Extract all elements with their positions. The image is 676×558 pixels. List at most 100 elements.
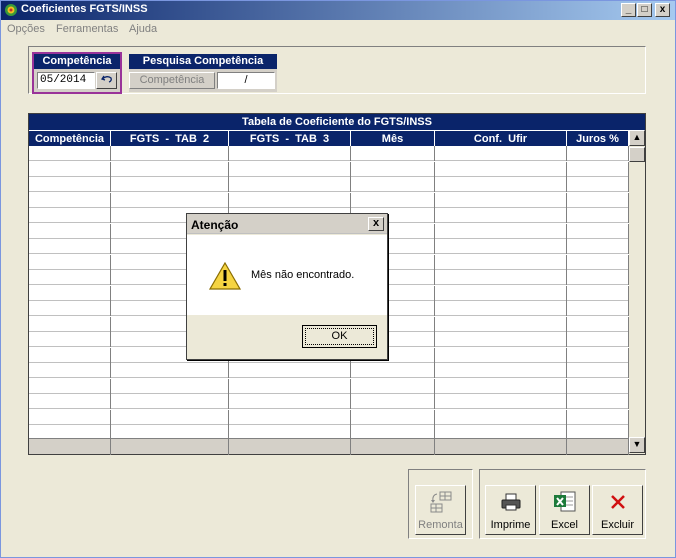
table-cell[interactable] — [351, 192, 435, 208]
table-cell[interactable] — [435, 394, 567, 409]
table-row[interactable] — [29, 363, 629, 378]
table-cell[interactable] — [29, 378, 111, 394]
menu-opcoes[interactable]: Opções — [7, 23, 45, 35]
table-cell[interactable] — [29, 394, 111, 409]
table-cell[interactable] — [111, 409, 229, 425]
table-cell[interactable] — [567, 332, 629, 347]
scroll-down-icon[interactable]: ▼ — [629, 437, 645, 453]
table-cell[interactable] — [351, 146, 435, 161]
col-juros[interactable]: Juros % — [567, 130, 629, 146]
table-cell[interactable] — [229, 363, 351, 378]
vertical-scrollbar[interactable]: ▲ ▼ — [629, 130, 645, 454]
col-mes[interactable]: Mês — [351, 130, 435, 146]
col-conf-ufir[interactable]: Conf. Ufir — [435, 130, 567, 146]
close-button[interactable]: x — [655, 3, 670, 17]
table-cell[interactable] — [29, 347, 111, 363]
scroll-thumb[interactable] — [629, 147, 645, 162]
table-cell[interactable] — [29, 146, 111, 161]
ok-button[interactable]: OK — [302, 325, 377, 348]
table-cell[interactable] — [567, 177, 629, 192]
table-cell[interactable] — [29, 332, 111, 347]
table-cell[interactable] — [111, 192, 229, 208]
col-fgts-tab2[interactable]: FGTS - TAB 2 — [111, 130, 229, 146]
table-cell[interactable] — [435, 347, 567, 363]
table-row[interactable] — [29, 192, 629, 208]
remonta-button[interactable]: Remonta — [415, 485, 466, 535]
col-competencia[interactable]: Competência — [29, 130, 111, 146]
table-cell[interactable] — [567, 192, 629, 208]
minimize-button[interactable]: _ — [621, 3, 636, 17]
table-cell[interactable] — [229, 192, 351, 208]
maximize-button[interactable]: □ — [637, 3, 652, 17]
excel-button[interactable]: Excel — [539, 485, 590, 535]
table-cell[interactable] — [435, 301, 567, 316]
table-cell[interactable] — [435, 192, 567, 208]
table-cell[interactable] — [29, 316, 111, 332]
table-cell[interactable] — [567, 254, 629, 270]
table-cell[interactable] — [435, 177, 567, 192]
pesquisa-competencia-button[interactable]: Competência — [129, 72, 215, 89]
table-cell[interactable] — [567, 239, 629, 254]
table-cell[interactable] — [29, 239, 111, 254]
table-row[interactable] — [29, 409, 629, 425]
menu-ajuda[interactable]: Ajuda — [129, 23, 157, 35]
excluir-button[interactable]: Excluir — [592, 485, 643, 535]
pesquisa-competencia-input[interactable]: / — [217, 72, 275, 89]
table-cell[interactable] — [29, 363, 111, 378]
table-cell[interactable] — [435, 363, 567, 378]
menu-ferramentas[interactable]: Ferramentas — [56, 23, 118, 35]
table-cell[interactable] — [229, 146, 351, 161]
table-cell[interactable] — [111, 177, 229, 192]
table-cell[interactable] — [111, 146, 229, 161]
table-cell[interactable] — [435, 285, 567, 301]
dialog-close-button[interactable]: x — [368, 217, 384, 231]
table-cell[interactable] — [567, 347, 629, 363]
table-cell[interactable] — [351, 394, 435, 409]
table-cell[interactable] — [567, 301, 629, 316]
table-cell[interactable] — [567, 161, 629, 177]
table-cell[interactable] — [111, 363, 229, 378]
table-cell[interactable] — [29, 285, 111, 301]
col-fgts-tab3[interactable]: FGTS - TAB 3 — [229, 130, 351, 146]
table-cell[interactable] — [29, 409, 111, 425]
table-cell[interactable] — [567, 409, 629, 425]
table-cell[interactable] — [435, 378, 567, 394]
table-cell[interactable] — [351, 161, 435, 177]
table-cell[interactable] — [229, 409, 351, 425]
table-cell[interactable] — [29, 301, 111, 316]
table-row[interactable] — [29, 378, 629, 394]
table-cell[interactable] — [435, 146, 567, 161]
undo-button[interactable] — [96, 72, 117, 89]
table-row[interactable] — [29, 161, 629, 177]
table-cell[interactable] — [351, 177, 435, 192]
table-cell[interactable] — [229, 177, 351, 192]
table-cell[interactable] — [29, 270, 111, 285]
table-cell[interactable] — [435, 316, 567, 332]
table-cell[interactable] — [29, 223, 111, 239]
table-row[interactable] — [29, 146, 629, 161]
table-cell[interactable] — [567, 394, 629, 409]
table-cell[interactable] — [229, 161, 351, 177]
table-cell[interactable] — [435, 239, 567, 254]
table-cell[interactable] — [567, 208, 629, 223]
table-cell[interactable] — [351, 363, 435, 378]
table-cell[interactable] — [567, 285, 629, 301]
table-cell[interactable] — [29, 161, 111, 177]
competencia-input[interactable]: 05/2014 — [37, 72, 95, 89]
table-cell[interactable] — [435, 270, 567, 285]
table-cell[interactable] — [351, 378, 435, 394]
table-cell[interactable] — [29, 254, 111, 270]
table-cell[interactable] — [29, 208, 111, 223]
table-cell[interactable] — [229, 378, 351, 394]
table-cell[interactable] — [567, 363, 629, 378]
table-cell[interactable] — [435, 161, 567, 177]
table-cell[interactable] — [567, 316, 629, 332]
table-cell[interactable] — [567, 270, 629, 285]
scroll-up-icon[interactable]: ▲ — [629, 130, 645, 146]
table-cell[interactable] — [435, 409, 567, 425]
table-cell[interactable] — [435, 223, 567, 239]
table-row[interactable] — [29, 177, 629, 192]
table-cell[interactable] — [351, 409, 435, 425]
table-cell[interactable] — [229, 394, 351, 409]
table-cell[interactable] — [29, 192, 111, 208]
